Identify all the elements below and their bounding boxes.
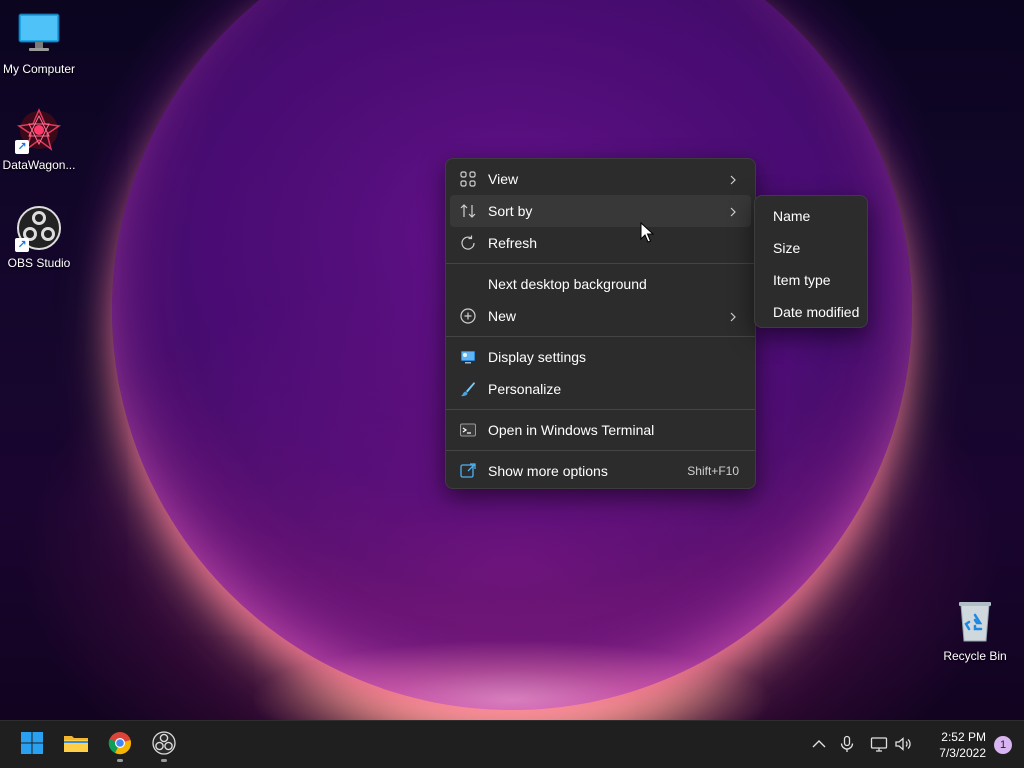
menu-item-refresh[interactable]: Refresh xyxy=(450,227,751,259)
microphone-icon[interactable] xyxy=(838,735,856,753)
menu-item-label: Display settings xyxy=(488,349,587,365)
menu-item-label: Sort by xyxy=(488,203,533,219)
desktop-icon-recycle-bin[interactable]: Recycle Bin xyxy=(936,597,1014,663)
shortcut-arrow-icon: ↗ xyxy=(15,238,29,252)
desktop-icon-label: OBS Studio xyxy=(7,256,71,270)
sort-by-submenu: Name Size Item type Date modified xyxy=(754,195,868,328)
menu-item-label: Show more options xyxy=(488,463,608,479)
menu-item-label: Next desktop background xyxy=(488,276,647,292)
desktop-icon-datawagon[interactable]: ↗ DataWagon... xyxy=(0,106,78,172)
submenu-item-date-modified[interactable]: Date modified xyxy=(759,296,863,328)
desktop-icon-label: Recycle Bin xyxy=(943,649,1007,663)
menu-item-show-more-options[interactable]: Show more options Shift+F10 xyxy=(450,455,751,487)
monitor-icon xyxy=(15,10,63,58)
notification-badge[interactable]: 1 xyxy=(994,736,1012,754)
clock-date: 7/3/2022 xyxy=(939,746,986,760)
clock-time: 2:52 PM xyxy=(941,730,986,744)
running-indicator xyxy=(117,759,123,762)
menu-item-open-in-windows-terminal[interactable]: Open in Windows Terminal xyxy=(450,414,751,446)
menu-item-display-settings[interactable]: Display settings xyxy=(450,341,751,373)
view-grid-icon xyxy=(459,170,477,188)
desktop-icon-label: DataWagon... xyxy=(2,158,76,172)
start-button[interactable] xyxy=(12,727,52,763)
windows-start-icon xyxy=(20,731,44,760)
menu-item-new[interactable]: New xyxy=(450,300,751,332)
menu-separator xyxy=(446,263,755,264)
new-plus-icon xyxy=(459,307,477,325)
system-clock[interactable]: 2:52 PM 7/3/2022 xyxy=(939,729,986,761)
recycle-bin-icon xyxy=(951,597,999,645)
file-explorer-icon xyxy=(63,732,89,759)
menu-separator xyxy=(446,409,755,410)
obs-studio-icon: ↗ xyxy=(15,204,63,252)
running-indicator xyxy=(161,759,167,762)
datawagon-app-icon: ↗ xyxy=(15,106,63,154)
submenu-item-item-type[interactable]: Item type xyxy=(759,264,863,296)
chrome-icon xyxy=(108,731,132,760)
menu-item-personalize[interactable]: Personalize xyxy=(450,373,751,405)
menu-item-sort-by[interactable]: Sort by xyxy=(450,195,751,227)
display-settings-icon xyxy=(459,348,477,366)
submenu-item-label: Date modified xyxy=(773,304,860,320)
desktop-icon-my-computer[interactable]: My Computer xyxy=(0,10,78,76)
desktop-icon-obs-studio[interactable]: ↗ OBS Studio xyxy=(0,204,78,270)
menu-item-label: New xyxy=(488,308,517,324)
submenu-item-label: Name xyxy=(773,208,811,224)
network-icon[interactable] xyxy=(870,735,888,753)
desktop-context-menu: View Sort by Refresh Next desktop backgr… xyxy=(445,158,756,489)
chevron-up-icon[interactable] xyxy=(810,735,828,753)
menu-separator xyxy=(446,336,755,337)
terminal-icon xyxy=(459,421,477,439)
taskbar-obs-studio[interactable] xyxy=(144,727,184,763)
menu-item-view[interactable]: View xyxy=(450,163,751,195)
taskbar: 2:52 PM 7/3/2022 1 xyxy=(0,720,1024,768)
volume-icon[interactable] xyxy=(894,735,912,753)
submenu-item-label: Size xyxy=(773,240,801,256)
menu-item-label: Open in Windows Terminal xyxy=(488,422,655,438)
shortcut-arrow-icon: ↗ xyxy=(15,140,29,154)
personalize-brush-icon xyxy=(459,380,477,398)
chevron-right-icon xyxy=(727,173,739,185)
mouse-cursor-icon xyxy=(640,221,655,244)
menu-item-next-desktop-background[interactable]: Next desktop background xyxy=(450,268,751,300)
chevron-right-icon xyxy=(727,205,739,217)
desktop[interactable]: My Computer ↗ DataWagon... ↗ OBS Studio … xyxy=(0,0,1024,720)
menu-item-label: Refresh xyxy=(488,235,538,251)
refresh-icon xyxy=(459,234,477,252)
menu-separator xyxy=(446,450,755,451)
taskbar-file-explorer[interactable] xyxy=(56,727,96,763)
submenu-item-size[interactable]: Size xyxy=(759,232,863,264)
chevron-right-icon xyxy=(727,310,739,322)
menu-item-label: View xyxy=(488,171,519,187)
sort-icon xyxy=(459,202,477,220)
keyboard-shortcut: Shift+F10 xyxy=(687,464,739,478)
show-more-options-icon xyxy=(459,462,477,480)
submenu-item-label: Item type xyxy=(773,272,831,288)
obs-studio-icon xyxy=(152,730,176,760)
desktop-icon-label: My Computer xyxy=(2,62,76,76)
menu-item-label: Personalize xyxy=(488,381,562,397)
taskbar-chrome[interactable] xyxy=(100,727,140,763)
submenu-item-name[interactable]: Name xyxy=(759,200,863,232)
